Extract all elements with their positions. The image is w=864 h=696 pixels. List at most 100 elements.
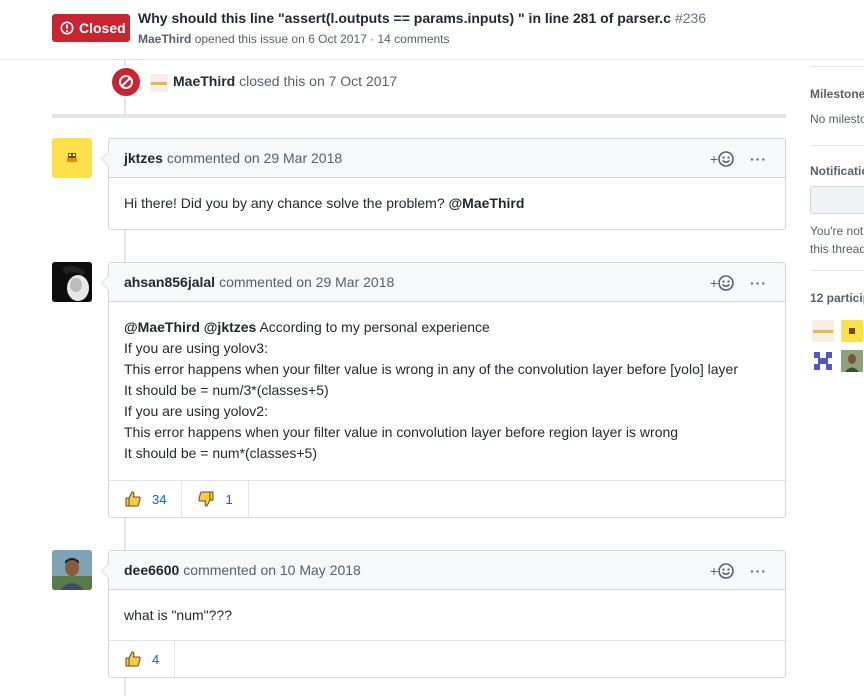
- add-reaction-button[interactable]: +: [710, 151, 734, 167]
- sidebar-divider: [810, 66, 864, 67]
- sidebar-divider: [810, 270, 864, 271]
- avatar[interactable]: [52, 550, 92, 590]
- subscribe-button[interactable]: [810, 186, 864, 214]
- thumbs-up-count: 34: [152, 491, 167, 507]
- comment-author-link[interactable]: jktzes: [124, 150, 163, 166]
- closed-event-text: MaeThird closed this on 7 Oct 2017: [173, 73, 397, 89]
- participant-avatar[interactable]: [812, 320, 834, 342]
- comment-line: It should be = num*(classes+5): [124, 445, 317, 461]
- comment-options-button[interactable]: ···: [750, 563, 767, 579]
- comment-header: dee6600 commented on 10 May 2018 + ···: [109, 551, 785, 590]
- closed-event-actor[interactable]: MaeThird: [173, 73, 235, 89]
- comment-text: Hi there! Did you by any chance solve th…: [124, 195, 445, 211]
- add-reaction-button[interactable]: +: [710, 563, 734, 579]
- add-reaction-plus: +: [709, 274, 718, 291]
- identicon-icon: [814, 352, 832, 370]
- issue-state-label: Closed: [79, 20, 126, 36]
- thumbs-up-icon: [125, 491, 141, 507]
- comment-line: This error happens when your filter valu…: [124, 361, 738, 377]
- user-mention-link[interactable]: @jktzes: [204, 319, 257, 335]
- comment-action: commented: [183, 562, 257, 578]
- issue-title-text: Why should this line "assert(l.outputs =…: [138, 10, 671, 26]
- comment-author-link[interactable]: ahsan856jalal: [124, 274, 215, 290]
- closed-event-description: closed this on 7 Oct 2017: [239, 73, 398, 89]
- profile-photo: [841, 350, 863, 372]
- smiley-icon: [718, 150, 734, 167]
- comment-timestamp-link[interactable]: on 29 Mar 2018: [244, 150, 342, 166]
- participant-avatar[interactable]: [841, 350, 863, 372]
- comment-body: Hi there! Did you by any chance solve th…: [109, 178, 785, 229]
- participant-avatar[interactable]: [812, 350, 834, 372]
- user-mention-link[interactable]: @MaeThird: [124, 319, 200, 335]
- milestone-section: Milestone No milesto: [810, 87, 864, 126]
- comment-line: This error happens when your filter valu…: [124, 424, 679, 440]
- comment-action: commented: [219, 274, 293, 290]
- notifications-info: You're not this thread: [810, 222, 864, 258]
- issue-meta: MaeThird opened this issue on 6 Oct 2017…: [138, 32, 450, 46]
- comment-header: ahsan856jalal commented on 29 Mar 2018 +…: [109, 263, 785, 302]
- notifications-text: You're not: [810, 224, 864, 238]
- profile-photo: [52, 262, 92, 302]
- notifications-section: Notificatio: [810, 164, 864, 178]
- comment-options-button[interactable]: ···: [750, 275, 767, 291]
- user-mention-link[interactable]: @MaeThird: [449, 195, 525, 211]
- duck-avatar-icon: [52, 138, 92, 178]
- thumbs-up-icon: [125, 651, 141, 667]
- timeline-line: [124, 230, 126, 262]
- add-reaction-plus: +: [709, 562, 718, 579]
- thumbs-up-reaction-button[interactable]: 34: [109, 481, 183, 517]
- comment-line: It should be = num/3*(classes+5): [124, 382, 329, 398]
- comment-line: If you are using yolov2:: [124, 403, 268, 419]
- comment-text: what is "num"???: [124, 607, 232, 623]
- comment-header: jktzes commented on 29 Mar 2018 + ···: [109, 139, 785, 178]
- smiley-icon: [718, 274, 734, 291]
- issue-author-link[interactable]: MaeThird: [138, 32, 191, 46]
- reactions-bar: 4: [109, 640, 785, 677]
- notifications-text: this thread: [810, 242, 864, 256]
- issue-sidebar: Milestone No milesto Notificatio You're …: [808, 60, 864, 696]
- participants-section: 12 particip: [810, 291, 864, 305]
- comment: jktzes commented on 29 Mar 2018 + ··· Hi…: [101, 138, 786, 230]
- comment-timestamp-link[interactable]: on 29 Mar 2018: [296, 274, 394, 290]
- comment-timestamp-link[interactable]: on 10 May 2018: [260, 562, 360, 578]
- profile-photo: [52, 550, 92, 590]
- notifications-heading: Notificatio: [810, 164, 864, 178]
- thumbs-up-reaction-button[interactable]: 4: [109, 641, 176, 677]
- milestone-value: No milesto: [810, 112, 864, 126]
- issue-title: Why should this line "assert(l.outputs =…: [138, 10, 706, 26]
- thumbs-down-reaction-button[interactable]: 1: [182, 481, 249, 517]
- thumbs-up-count: 4: [152, 651, 160, 667]
- timeline-line: [124, 678, 126, 696]
- issue-closed-icon: [60, 21, 74, 35]
- timeline-line: [124, 518, 126, 550]
- smiley-icon: [718, 562, 734, 579]
- sidebar-divider: [810, 145, 864, 146]
- avatar[interactable]: [52, 138, 92, 178]
- comment-body: @MaeThird @jktzes According to my person…: [109, 302, 785, 479]
- issue-meta-text: opened this issue on 6 Oct 2017 · 14 com…: [194, 32, 450, 46]
- milestone-heading[interactable]: Milestone: [810, 87, 864, 101]
- add-reaction-plus: +: [709, 150, 718, 167]
- comment-body: what is "num"???: [109, 590, 785, 641]
- circle-slash-icon: [110, 66, 142, 98]
- participant-avatar[interactable]: [841, 320, 863, 342]
- thumbs-down-icon: [198, 491, 214, 507]
- issue-number: #236: [674, 10, 707, 26]
- comment: ahsan856jalal commented on 29 Mar 2018 +…: [101, 262, 786, 518]
- issue-header: Closed Why should this line "assert(l.ou…: [0, 0, 864, 60]
- reactions-bar: 34 1: [109, 480, 785, 517]
- add-reaction-button[interactable]: +: [710, 275, 734, 291]
- timeline-divider: [52, 114, 786, 118]
- thumbs-down-count: 1: [225, 491, 233, 507]
- comment-author-link[interactable]: dee6600: [124, 562, 179, 578]
- avatar[interactable]: [52, 262, 92, 302]
- comment-text: According to my personal experience: [259, 319, 490, 335]
- issue-state-badge: Closed: [52, 14, 130, 42]
- avatar[interactable]: [150, 74, 168, 92]
- comment-action: commented: [166, 150, 241, 166]
- comment-options-button[interactable]: ···: [750, 151, 767, 167]
- comment-line: If you are using yolov3:: [124, 340, 268, 356]
- participants-heading: 12 particip: [810, 291, 864, 305]
- comment-line: @MaeThird @jktzes According to my person…: [124, 317, 770, 338]
- comment: dee6600 commented on 10 May 2018 + ··· w…: [101, 550, 786, 678]
